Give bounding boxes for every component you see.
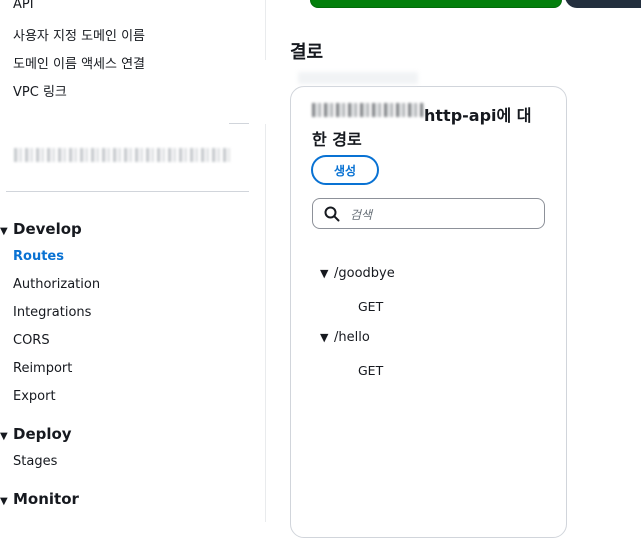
- create-route-button[interactable]: 생성: [311, 155, 379, 185]
- route-group-hello[interactable]: ▼ /hello: [320, 330, 370, 345]
- nav-link-reimport[interactable]: Reimport: [13, 361, 72, 376]
- api-name-redacted: [14, 148, 230, 162]
- nav-link-custom-domain-names[interactable]: 사용자 지정 도메인 이름: [13, 25, 145, 44]
- header-menu-fragment: [565, 0, 641, 8]
- nav-link-cors[interactable]: CORS: [13, 333, 50, 348]
- section-deploy[interactable]: ▼ Deploy: [0, 425, 72, 443]
- caret-down-icon: ▼: [0, 226, 8, 237]
- panel-title-line2: 한 경로: [312, 130, 362, 149]
- search-icon: [324, 206, 340, 222]
- section-develop-label: Develop: [13, 220, 82, 238]
- divider: [229, 123, 249, 124]
- route-search[interactable]: [312, 198, 545, 229]
- search-input[interactable]: [348, 204, 537, 226]
- caret-down-icon: ▼: [320, 267, 329, 280]
- nav-link-integrations[interactable]: Integrations: [13, 305, 91, 320]
- nav-link-api[interactable]: API: [13, 0, 34, 12]
- caret-down-icon: ▼: [0, 431, 8, 442]
- section-monitor[interactable]: ▼ Monitor: [0, 490, 79, 508]
- nav-link-authorization[interactable]: Authorization: [13, 277, 100, 292]
- page-title: 결로: [290, 42, 324, 63]
- nav-link-routes[interactable]: Routes: [13, 249, 64, 264]
- section-develop[interactable]: ▼ Develop: [0, 220, 82, 238]
- route-group-goodbye[interactable]: ▼ /goodbye: [320, 266, 395, 281]
- caret-down-icon: ▼: [320, 331, 329, 344]
- side-navigation: API 사용자 지정 도메인 이름 도메인 이름 액세스 연결 VPC 링크 ▼…: [0, 0, 266, 522]
- nav-link-export[interactable]: Export: [13, 389, 56, 404]
- route-path: /hello: [334, 330, 370, 345]
- overlay-mask: [254, 60, 294, 124]
- panel-title-line1: http-api에 대: [424, 106, 532, 125]
- nav-link-vpc-links[interactable]: VPC 링크: [13, 81, 67, 100]
- route-method-get-hello[interactable]: GET: [358, 363, 383, 378]
- success-flash-bar: [310, 0, 562, 8]
- routes-panel: [290, 86, 567, 538]
- route-method-get-goodbye[interactable]: GET: [358, 299, 383, 314]
- panel-title: http-api에 대 한 경로: [312, 104, 552, 152]
- caret-down-icon: ▼: [0, 496, 8, 507]
- nav-link-domain-name-access-associations[interactable]: 도메인 이름 액세스 연결: [13, 53, 145, 72]
- redacted-text: [298, 72, 418, 84]
- route-path: /goodbye: [334, 266, 395, 281]
- section-deploy-label: Deploy: [13, 425, 72, 443]
- section-monitor-label: Monitor: [13, 490, 79, 508]
- nav-link-stages[interactable]: Stages: [13, 454, 57, 469]
- divider: [6, 191, 249, 192]
